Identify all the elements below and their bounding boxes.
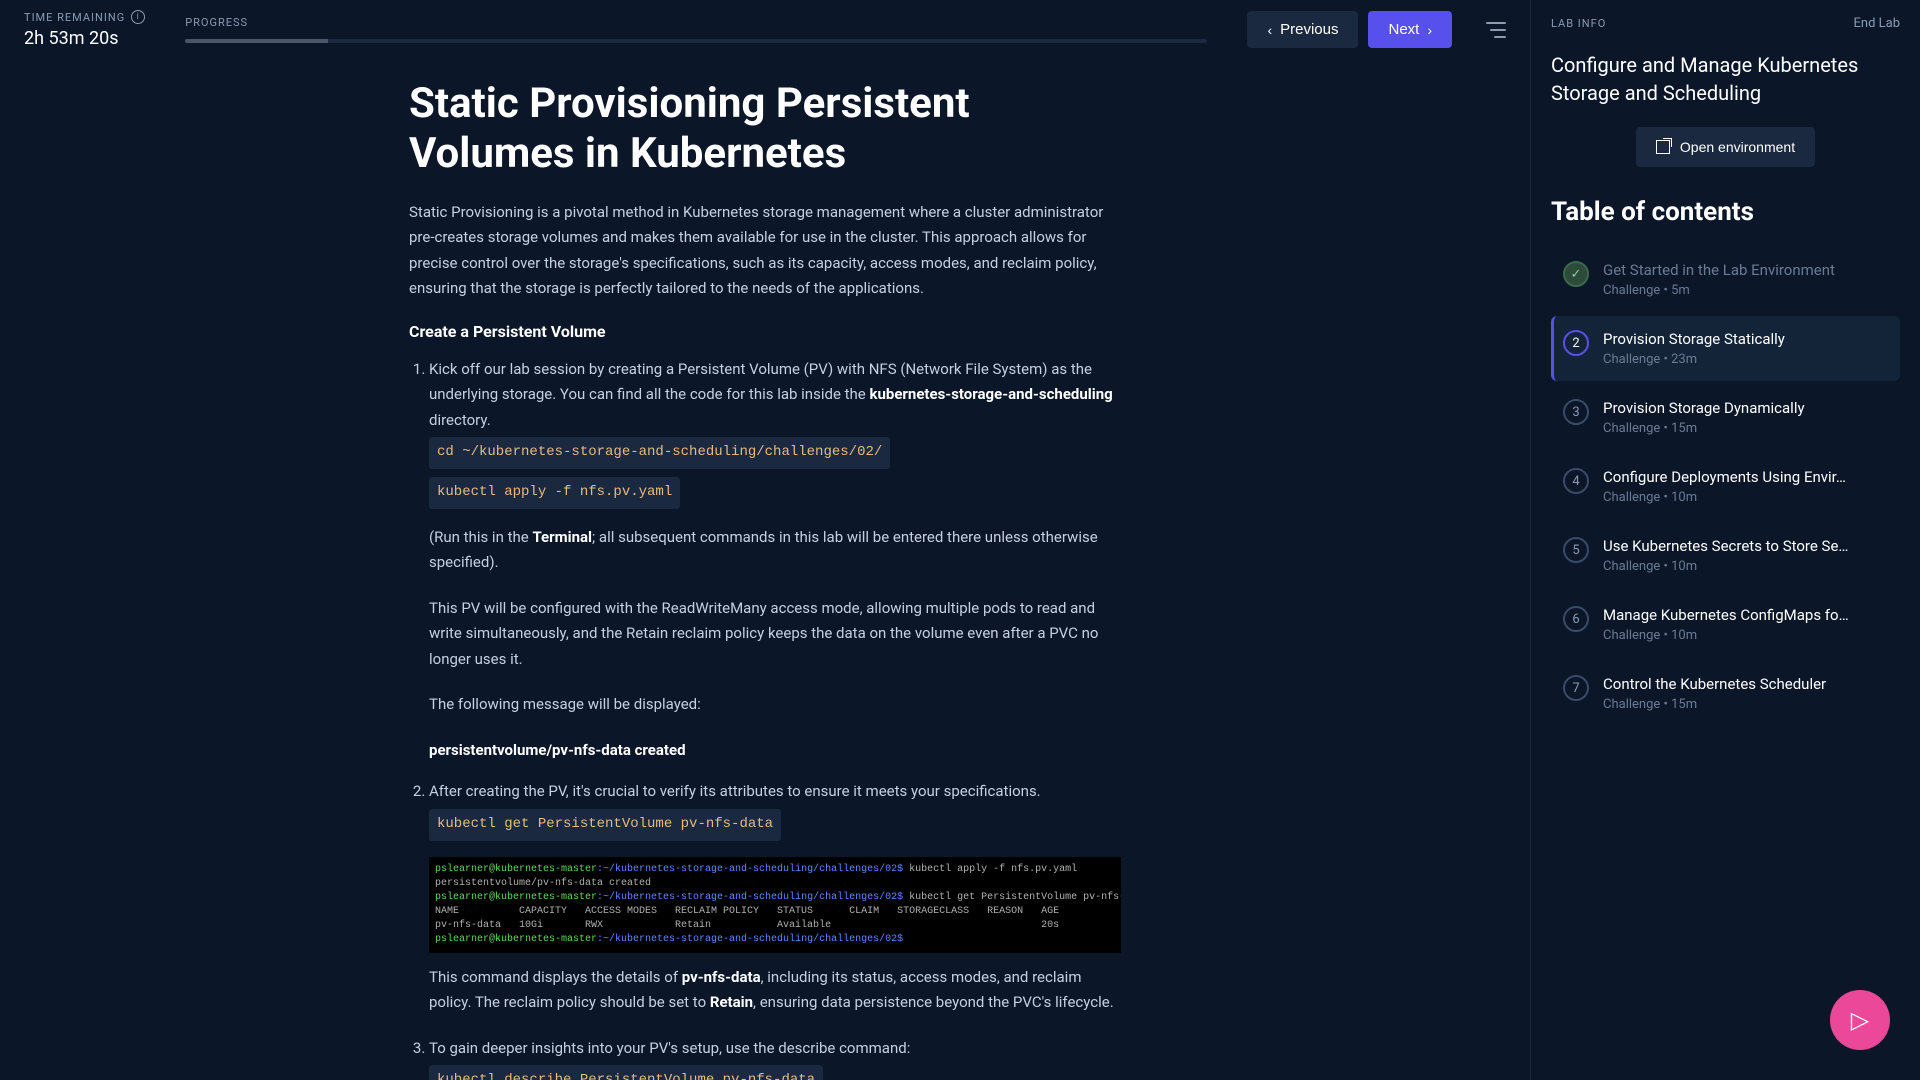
toc-item-2-title: Provision Storage Statically	[1603, 330, 1888, 348]
toc-item-7-title: Control the Kubernetes Scheduler	[1603, 675, 1888, 693]
toc-item-3[interactable]: 3 Provision Storage Dynamically Challeng…	[1551, 385, 1900, 450]
top-bar: TIME REMAINING i 2h 53m 20s PROGRESS ‹ P…	[0, 0, 1530, 59]
toc-badge-6: 6	[1563, 606, 1589, 632]
toc-item-7[interactable]: 7 Control the Kubernetes Scheduler Chall…	[1551, 661, 1900, 726]
display-note: The following message will be displayed:	[429, 692, 1121, 718]
pv-config-note: This PV will be configured with the Read…	[429, 596, 1121, 673]
info-icon[interactable]: i	[131, 10, 145, 24]
play-fab-button[interactable]: ▷	[1830, 990, 1890, 1050]
previous-button[interactable]: ‹ Previous	[1247, 11, 1358, 48]
toc-item-1-title: Get Started in the Lab Environment	[1603, 261, 1888, 279]
time-label-text: TIME REMAINING	[24, 11, 125, 24]
menu-toggle-icon[interactable]	[1486, 22, 1506, 38]
sidebar-header: LAB INFO End Lab	[1551, 16, 1900, 31]
toc-badge-4: 4	[1563, 468, 1589, 494]
step-2-text: After creating the PV, it's crucial to v…	[429, 782, 1041, 800]
progress-bar	[185, 39, 1207, 43]
play-icon: ▷	[1851, 1006, 1869, 1034]
progress-fill	[185, 39, 328, 43]
toc-item-5-meta: Challenge • 10m	[1603, 559, 1888, 574]
lab-title: Configure and Manage Kubernetes Storage …	[1551, 51, 1900, 107]
toc-item-2[interactable]: 2 Provision Storage Statically Challenge…	[1551, 316, 1900, 381]
toc-item-4[interactable]: 4 Configure Deployments Using Envir… Cha…	[1551, 454, 1900, 519]
toc-item-5[interactable]: 5 Use Kubernetes Secrets to Store Se… Ch…	[1551, 523, 1900, 588]
sidebar: LAB INFO End Lab Configure and Manage Ku…	[1530, 0, 1920, 1080]
nav-buttons: ‹ Previous Next ›	[1247, 11, 1506, 48]
toc-item-1-meta: Challenge • 5m	[1603, 283, 1888, 298]
open-environment-button[interactable]: Open environment	[1636, 127, 1815, 167]
next-label: Next	[1388, 21, 1419, 38]
toc-item-5-title: Use Kubernetes Secrets to Store Se…	[1603, 537, 1888, 555]
progress-block: PROGRESS	[185, 16, 1207, 43]
toc-item-6[interactable]: 6 Manage Kubernetes ConfigMaps fo… Chall…	[1551, 592, 1900, 657]
toc-badge-5: 5	[1563, 537, 1589, 563]
toc-badge-2: 2	[1563, 330, 1589, 356]
cmd-exp-a: This command displays the details of	[429, 968, 682, 986]
external-link-icon	[1656, 140, 1670, 154]
command-cd: cd ~/kubernetes-storage-and-scheduling/c…	[429, 437, 890, 469]
toc-item-4-meta: Challenge • 10m	[1603, 490, 1888, 505]
time-remaining-block: TIME REMAINING i 2h 53m 20s	[24, 10, 145, 49]
check-icon: ✓	[1563, 261, 1589, 287]
next-button[interactable]: Next ›	[1368, 11, 1452, 48]
steps-list: Kick off our lab session by creating a P…	[409, 357, 1121, 1080]
step-1: Kick off our lab session by creating a P…	[429, 357, 1121, 764]
terminal-note: (Run this in the Terminal; all subsequen…	[429, 525, 1121, 576]
open-env-label: Open environment	[1680, 139, 1795, 155]
terminal-note-bold: Terminal	[532, 528, 592, 546]
command-apply: kubectl apply -f nfs.pv.yaml	[429, 477, 680, 509]
command-get-pv: kubectl get PersistentVolume pv-nfs-data	[429, 809, 781, 841]
step-2: After creating the PV, it's crucial to v…	[429, 779, 1121, 1015]
toc-item-6-title: Manage Kubernetes ConfigMaps fo…	[1603, 606, 1888, 624]
previous-label: Previous	[1280, 21, 1338, 38]
end-lab-button[interactable]: End Lab	[1854, 16, 1901, 31]
toc-item-2-meta: Challenge • 23m	[1603, 352, 1888, 367]
toc-item-3-meta: Challenge • 15m	[1603, 421, 1888, 436]
toc-badge-7: 7	[1563, 675, 1589, 701]
terminal-note-a: (Run this in the	[429, 528, 532, 546]
progress-label: PROGRESS	[185, 16, 1207, 29]
step-3: To gain deeper insights into your PV's s…	[429, 1036, 1121, 1080]
intro-paragraph: Static Provisioning is a pivotal method …	[409, 200, 1121, 302]
section-heading: Create a Persistent Volume	[409, 322, 1121, 341]
toc-item-7-meta: Challenge • 15m	[1603, 697, 1888, 712]
created-message: persistentvolume/pv-nfs-data created	[429, 738, 1121, 764]
cmd-exp-bold2: Retain	[710, 993, 753, 1011]
terminal-output-1: pslearner@kubernetes-master:~/kubernetes…	[429, 857, 1121, 953]
chevron-right-icon: ›	[1427, 22, 1432, 38]
toc-badge-3: 3	[1563, 399, 1589, 425]
content-scroll[interactable]: Static Provisioning Persistent Volumes i…	[0, 59, 1530, 1080]
toc-item-4-title: Configure Deployments Using Envir…	[1603, 468, 1888, 486]
toc-item-3-title: Provision Storage Dynamically	[1603, 399, 1888, 417]
time-label: TIME REMAINING i	[24, 10, 145, 24]
step-1-text-b: directory.	[429, 411, 491, 429]
time-value: 2h 53m 20s	[24, 28, 145, 49]
toc-title: Table of contents	[1551, 197, 1900, 227]
command-describe-pv: kubectl describe PersistentVolume pv-nfs…	[429, 1065, 823, 1080]
lab-info-label: LAB INFO	[1551, 17, 1606, 30]
step-3-text: To gain deeper insights into your PV's s…	[429, 1039, 910, 1057]
step-1-bold: kubernetes-storage-and-scheduling	[869, 385, 1112, 403]
cmd-exp-c: , ensuring data persistence beyond the P…	[753, 993, 1114, 1011]
toc-item-6-meta: Challenge • 10m	[1603, 628, 1888, 643]
chevron-left-icon: ‹	[1267, 22, 1272, 38]
cmd-exp-bold1: pv-nfs-data	[682, 968, 761, 986]
toc-item-1[interactable]: ✓ Get Started in the Lab Environment Cha…	[1551, 247, 1900, 312]
toc-list: ✓ Get Started in the Lab Environment Cha…	[1551, 247, 1900, 726]
command-explanation: This command displays the details of pv-…	[429, 965, 1121, 1016]
page-title: Static Provisioning Persistent Volumes i…	[409, 79, 1121, 180]
